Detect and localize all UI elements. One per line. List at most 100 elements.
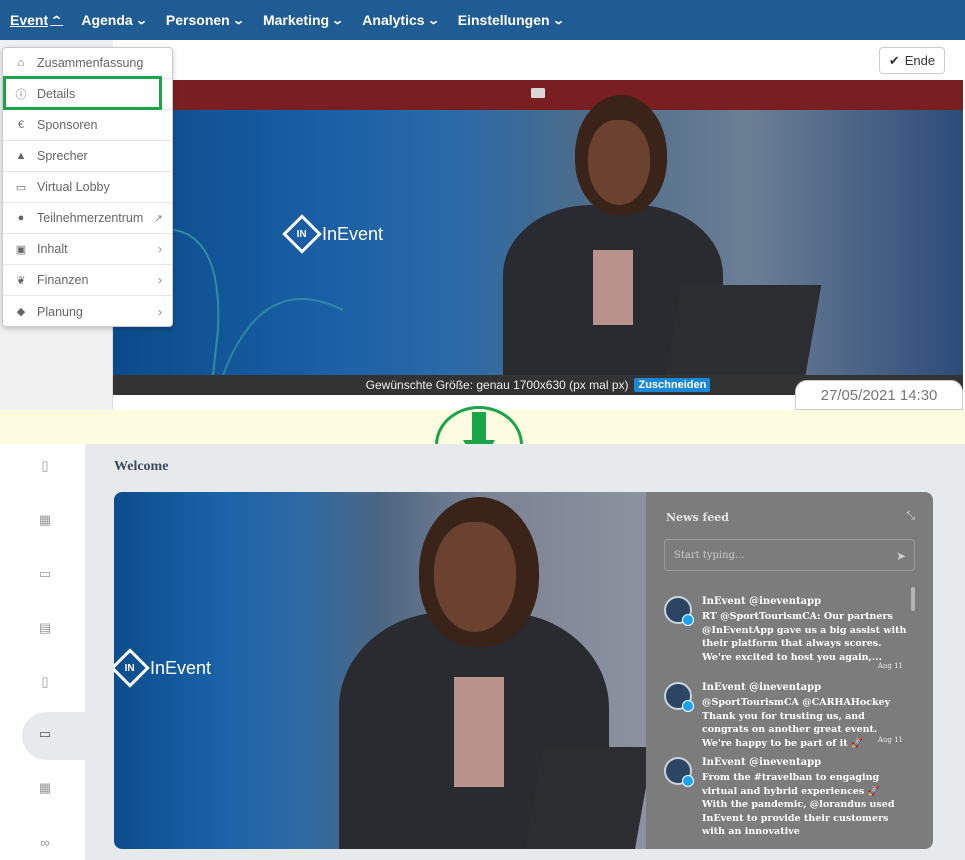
inevent-logo-text: InEvent bbox=[322, 223, 384, 244]
feed-post: InEvent @ineventapp RT @SportTourismCA: … bbox=[664, 596, 909, 674]
handshake-icon[interactable]: ∞ bbox=[37, 834, 53, 850]
chevron-down-icon: ⌄ bbox=[331, 14, 345, 27]
menu-item-teilnehmerzentrum[interactable]: ● Teilnehmerzentrum ↗ bbox=[3, 203, 172, 234]
check-icon: ✔ bbox=[888, 52, 900, 68]
news-feed-placeholder: Start typing... bbox=[674, 549, 745, 561]
menu-item-inhalt[interactable]: ▣ Inhalt › bbox=[3, 234, 172, 265]
banner-editor: IN InEvent Gewünschte Größe: genau 1700x… bbox=[113, 80, 963, 395]
menu-item-virtual-lobby[interactable]: ▭ Virtual Lobby bbox=[3, 172, 172, 203]
feed-scrollbar[interactable] bbox=[911, 587, 915, 611]
post-date: Aug 11 bbox=[877, 662, 903, 670]
event-date-field[interactable]: 27/05/2021 14:30 bbox=[795, 380, 963, 410]
menu-item-label: Finanzen bbox=[37, 273, 89, 287]
menu-item-label: Inhalt bbox=[37, 242, 68, 256]
composite-screenshot: Event ⌃ Agenda ⌄ Personen ⌄ Marketing ⌄ Anal… bbox=[0, 0, 965, 860]
post-author[interactable]: InEvent @ineventapp bbox=[702, 757, 821, 768]
nav-agenda[interactable]: Agenda ⌄ bbox=[81, 12, 148, 28]
person-shirt bbox=[454, 677, 504, 787]
menu-item-label: Sprecher bbox=[37, 149, 88, 163]
menu-item-label: Zusammenfassung bbox=[37, 56, 144, 70]
lobby-card: IN InEvent News feed ⤡ Start typing... ➤… bbox=[114, 492, 933, 849]
twitter-icon bbox=[682, 700, 694, 712]
menu-item-sponsoren[interactable]: € Sponsoren bbox=[3, 110, 172, 141]
crop-button[interactable]: Zuschneiden bbox=[634, 378, 711, 392]
twitter-icon bbox=[682, 775, 694, 787]
laptop-image bbox=[525, 747, 653, 849]
nav-einstellungen-label: Einstellungen bbox=[457, 12, 550, 28]
feed-post: InEvent @ineventapp From the #travelban … bbox=[664, 757, 909, 847]
nav-event[interactable]: Event ⌃ bbox=[10, 12, 64, 28]
banner-upload-bar[interactable] bbox=[113, 80, 963, 110]
post-date: Aug 11 bbox=[877, 736, 903, 744]
ticket-icon[interactable]: ▤ bbox=[37, 620, 53, 636]
menu-item-finanzen[interactable]: ❦ Finanzen › bbox=[3, 265, 172, 296]
mobile-icon[interactable]: ▯ bbox=[37, 674, 53, 690]
banner-size-text: Gewünschte Größe: genau 1700x630 (px mal… bbox=[365, 378, 629, 392]
menu-item-planung[interactable]: ◆ Planung › bbox=[3, 296, 172, 327]
chevron-right-icon: › bbox=[158, 242, 162, 256]
menu-item-label: Sponsoren bbox=[37, 118, 98, 132]
post-text: RT @SportTourismCA: Our partners @InEven… bbox=[702, 611, 907, 663]
nav-marketing-label: Marketing bbox=[262, 12, 330, 28]
feed-post: InEvent @ineventapp @SportTourismCA @CAR… bbox=[664, 682, 909, 750]
news-feed-title: News feed bbox=[666, 511, 729, 524]
tv-icon: ▭ bbox=[15, 181, 27, 194]
person-face bbox=[434, 522, 516, 632]
person-face bbox=[588, 120, 650, 205]
news-feed-input[interactable]: Start typing... ➤ bbox=[664, 539, 915, 571]
banner-image: IN InEvent bbox=[113, 95, 963, 380]
post-author[interactable]: InEvent @ineventapp bbox=[702, 596, 821, 607]
nav-event-label: Event bbox=[10, 12, 49, 28]
left-panel-footer bbox=[0, 326, 113, 410]
sidebar-active-indicator bbox=[22, 712, 86, 760]
laptop-image bbox=[664, 285, 822, 380]
send-icon[interactable]: ➤ bbox=[896, 549, 906, 563]
menu-item-zusammenfassung[interactable]: ⌂ Zusammenfassung bbox=[3, 48, 172, 79]
inevent-logo: IN InEvent bbox=[114, 648, 212, 688]
top-navigation: Event ⌃ Agenda ⌄ Personen ⌄ Marketing ⌄ Anal… bbox=[0, 0, 965, 40]
calendar-icon[interactable]: ▦ bbox=[37, 512, 53, 528]
euro-icon: € bbox=[17, 119, 25, 131]
chevron-down-icon: ⌄ bbox=[134, 14, 148, 27]
menu-item-label: Planung bbox=[37, 304, 83, 319]
leaf-icon: ❦ bbox=[16, 274, 26, 287]
details-highlight-box bbox=[3, 76, 162, 110]
nav-analytics[interactable]: Analytics ⌄ bbox=[362, 12, 440, 28]
home-icon: ⌂ bbox=[17, 57, 25, 69]
nav-marketing[interactable]: Marketing ⌄ bbox=[262, 12, 345, 28]
chevron-down-icon: ⌄ bbox=[426, 14, 440, 27]
post-text: @SportTourismCA @CARHAHockey Thank you f… bbox=[702, 697, 891, 749]
clipboard-icon[interactable]: ▯ bbox=[37, 458, 53, 474]
lobby-banner-image: IN InEvent bbox=[114, 492, 653, 849]
monitor-icon[interactable]: ▭ bbox=[37, 726, 53, 742]
folder-icon[interactable] bbox=[531, 88, 545, 98]
chevron-down-icon: ⌄ bbox=[551, 14, 565, 27]
chevron-right-icon: › bbox=[158, 273, 162, 287]
nav-personen[interactable]: Personen ⌄ bbox=[165, 12, 245, 28]
lobby-sidebar bbox=[0, 444, 85, 860]
inevent-logo: IN InEvent bbox=[282, 214, 384, 254]
nav-einstellungen[interactable]: Einstellungen ⌄ bbox=[457, 12, 565, 28]
external-link-icon: ↗ bbox=[153, 212, 163, 225]
nav-agenda-label: Agenda bbox=[81, 12, 133, 28]
news-feed-panel: News feed ⤡ Start typing... ➤ InEvent @i… bbox=[646, 492, 933, 849]
chevron-down-icon: ⌄ bbox=[231, 14, 245, 27]
nav-personen-label: Personen bbox=[165, 12, 230, 28]
inevent-logo-mark: IN bbox=[282, 214, 322, 254]
down-arrow-shaft bbox=[472, 412, 486, 442]
chevron-up-icon: ⌃ bbox=[50, 14, 64, 27]
post-text: From the #travelban to engaging virtual … bbox=[702, 772, 895, 837]
welcome-title: Welcome bbox=[114, 459, 169, 474]
images-icon: ▣ bbox=[15, 243, 27, 256]
schedule-icon[interactable]: ▦ bbox=[37, 780, 53, 796]
end-button[interactable]: ✔ Ende bbox=[879, 47, 945, 74]
collapse-icon[interactable]: ⤡ bbox=[906, 510, 915, 523]
id-card-icon[interactable]: ▭ bbox=[37, 566, 53, 582]
user-circle-icon: ● bbox=[17, 212, 25, 224]
inevent-logo-text: InEvent bbox=[150, 657, 212, 678]
person-shirt bbox=[593, 250, 633, 325]
post-author[interactable]: InEvent @ineventapp bbox=[702, 682, 821, 693]
end-button-label: Ende bbox=[904, 53, 936, 68]
menu-item-label: Teilnehmerzentrum bbox=[37, 211, 144, 225]
menu-item-sprecher[interactable]: ▲ Sprecher bbox=[3, 141, 172, 172]
